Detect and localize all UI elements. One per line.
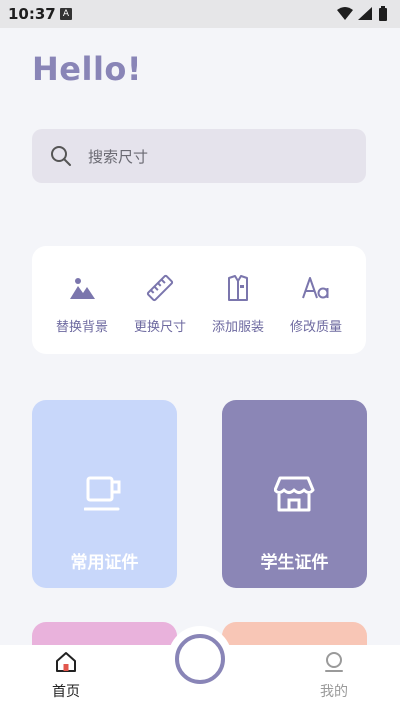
landscape-icon — [70, 278, 95, 299]
search-input[interactable] — [86, 129, 350, 185]
search-icon — [51, 146, 71, 166]
tool-change-size[interactable]: 更换尺寸 — [121, 246, 199, 354]
nav-home[interactable]: 首页 — [26, 645, 106, 711]
status-icons — [336, 6, 392, 22]
nav-home-label: 首页 — [52, 684, 80, 700]
tool-label: 修改质量 — [289, 320, 342, 335]
cup-icon — [84, 476, 121, 511]
card-label: 学生证件 — [260, 553, 329, 573]
tool-add-clothing[interactable]: 添加服装 — [199, 246, 277, 354]
tools-card: 替换背景 更换尺寸 添加服装 修改质量 — [32, 246, 366, 354]
card-common-documents[interactable]: 常用证件 — [32, 400, 177, 588]
search-bar[interactable] — [32, 129, 366, 185]
clothing-icon — [228, 275, 248, 301]
text-font-icon — [302, 277, 329, 299]
nav-me-label: 我的 — [320, 684, 348, 700]
signal-icon — [358, 7, 372, 20]
profile-icon — [325, 652, 343, 672]
home-icon — [56, 652, 76, 672]
tool-label: 替换背景 — [55, 320, 108, 335]
wifi-icon — [337, 7, 353, 20]
nav-me[interactable]: 我的 — [294, 645, 374, 711]
center-camera-button[interactable] — [175, 634, 225, 684]
ruler-icon — [146, 274, 174, 302]
card-student-documents[interactable]: 学生证件 — [222, 400, 367, 588]
app-notification-icon: A — [60, 8, 72, 20]
tool-label: 更换尺寸 — [133, 320, 186, 335]
tool-replace-background[interactable]: 替换背景 — [43, 246, 121, 354]
tool-modify-quality[interactable]: 修改质量 — [277, 246, 355, 354]
card-label: 常用证件 — [70, 553, 139, 573]
greeting-title: Hello! — [32, 50, 142, 88]
tool-label: 添加服装 — [211, 320, 264, 335]
store-icon — [274, 476, 315, 512]
status-time: 10:37 — [8, 5, 56, 23]
battery-icon — [379, 8, 387, 21]
status-bar: 10:37 A — [0, 0, 400, 28]
